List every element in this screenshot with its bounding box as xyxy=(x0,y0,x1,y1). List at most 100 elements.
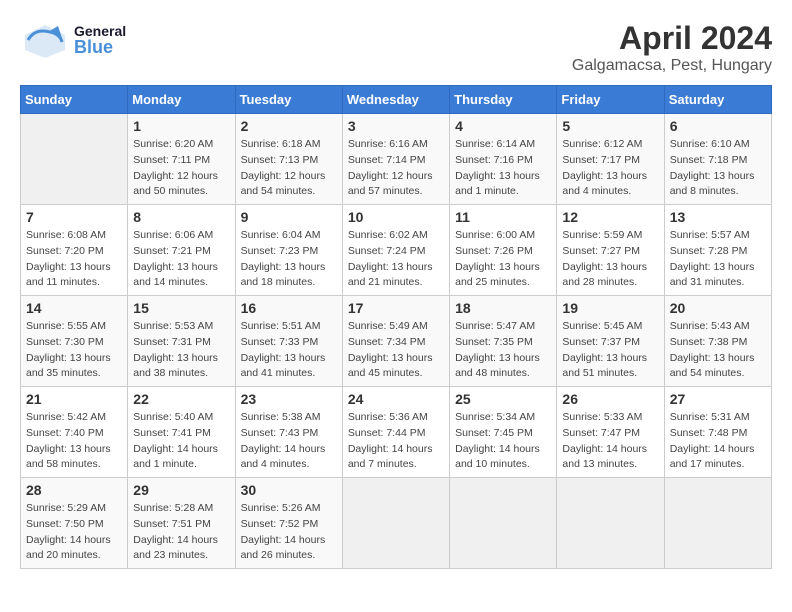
sunrise-label: Sunrise: 5:26 AM xyxy=(241,502,321,514)
daylight-label: Daylight: 14 hours and 20 minutes. xyxy=(26,534,111,562)
day-info: Sunrise: 6:16 AM Sunset: 7:14 PM Dayligh… xyxy=(348,137,444,200)
day-number: 8 xyxy=(133,209,229,225)
header-day-saturday: Saturday xyxy=(664,86,771,114)
day-info: Sunrise: 6:02 AM Sunset: 7:24 PM Dayligh… xyxy=(348,228,444,291)
sunrise-label: Sunrise: 5:36 AM xyxy=(348,411,428,423)
calendar-cell xyxy=(664,478,771,569)
daylight-label: Daylight: 13 hours and 35 minutes. xyxy=(26,352,111,380)
day-info: Sunrise: 6:10 AM Sunset: 7:18 PM Dayligh… xyxy=(670,137,766,200)
calendar-cell: 3 Sunrise: 6:16 AM Sunset: 7:14 PM Dayli… xyxy=(342,114,449,205)
sunrise-label: Sunrise: 6:02 AM xyxy=(348,229,428,241)
calendar-cell: 21 Sunrise: 5:42 AM Sunset: 7:40 PM Dayl… xyxy=(21,387,128,478)
sunrise-label: Sunrise: 6:10 AM xyxy=(670,138,750,150)
day-number: 26 xyxy=(562,391,658,407)
logo-blue-text: Blue xyxy=(74,38,126,56)
day-info: Sunrise: 6:12 AM Sunset: 7:17 PM Dayligh… xyxy=(562,137,658,200)
sunset-label: Sunset: 7:20 PM xyxy=(26,245,104,257)
page-subtitle: Galgamacsa, Pest, Hungary xyxy=(572,57,772,75)
calendar-week-2: 7 Sunrise: 6:08 AM Sunset: 7:20 PM Dayli… xyxy=(21,205,772,296)
sunset-label: Sunset: 7:41 PM xyxy=(133,427,211,439)
day-number: 4 xyxy=(455,118,551,134)
daylight-label: Daylight: 14 hours and 17 minutes. xyxy=(670,443,755,471)
sunrise-label: Sunrise: 5:29 AM xyxy=(26,502,106,514)
header-day-sunday: Sunday xyxy=(21,86,128,114)
sunset-label: Sunset: 7:31 PM xyxy=(133,336,211,348)
calendar-body: 1 Sunrise: 6:20 AM Sunset: 7:11 PM Dayli… xyxy=(21,114,772,569)
sunrise-label: Sunrise: 5:38 AM xyxy=(241,411,321,423)
daylight-label: Daylight: 13 hours and 25 minutes. xyxy=(455,261,540,289)
sunset-label: Sunset: 7:44 PM xyxy=(348,427,426,439)
header-row: SundayMondayTuesdayWednesdayThursdayFrid… xyxy=(21,86,772,114)
sunset-label: Sunset: 7:26 PM xyxy=(455,245,533,257)
sunrise-label: Sunrise: 6:18 AM xyxy=(241,138,321,150)
calendar-cell: 9 Sunrise: 6:04 AM Sunset: 7:23 PM Dayli… xyxy=(235,205,342,296)
day-info: Sunrise: 5:47 AM Sunset: 7:35 PM Dayligh… xyxy=(455,319,551,382)
calendar-cell: 30 Sunrise: 5:26 AM Sunset: 7:52 PM Dayl… xyxy=(235,478,342,569)
logo: General Blue xyxy=(20,20,126,60)
sunrise-label: Sunrise: 5:45 AM xyxy=(562,320,642,332)
sunrise-label: Sunrise: 5:34 AM xyxy=(455,411,535,423)
calendar-week-3: 14 Sunrise: 5:55 AM Sunset: 7:30 PM Dayl… xyxy=(21,296,772,387)
day-number: 20 xyxy=(670,300,766,316)
sunset-label: Sunset: 7:21 PM xyxy=(133,245,211,257)
calendar-cell: 20 Sunrise: 5:43 AM Sunset: 7:38 PM Dayl… xyxy=(664,296,771,387)
sunset-label: Sunset: 7:17 PM xyxy=(562,154,640,166)
day-number: 10 xyxy=(348,209,444,225)
sunset-label: Sunset: 7:11 PM xyxy=(133,154,210,166)
daylight-label: Daylight: 13 hours and 45 minutes. xyxy=(348,352,433,380)
day-number: 16 xyxy=(241,300,337,316)
calendar-cell: 7 Sunrise: 6:08 AM Sunset: 7:20 PM Dayli… xyxy=(21,205,128,296)
sunrise-label: Sunrise: 5:47 AM xyxy=(455,320,535,332)
day-number: 19 xyxy=(562,300,658,316)
daylight-label: Daylight: 13 hours and 4 minutes. xyxy=(562,170,647,198)
sunset-label: Sunset: 7:40 PM xyxy=(26,427,104,439)
calendar-cell: 6 Sunrise: 6:10 AM Sunset: 7:18 PM Dayli… xyxy=(664,114,771,205)
sunrise-label: Sunrise: 5:40 AM xyxy=(133,411,213,423)
daylight-label: Daylight: 13 hours and 21 minutes. xyxy=(348,261,433,289)
day-number: 9 xyxy=(241,209,337,225)
day-number: 3 xyxy=(348,118,444,134)
calendar-cell xyxy=(557,478,664,569)
sunset-label: Sunset: 7:38 PM xyxy=(670,336,748,348)
logo-icon xyxy=(20,20,70,60)
daylight-label: Daylight: 14 hours and 23 minutes. xyxy=(133,534,218,562)
day-info: Sunrise: 5:42 AM Sunset: 7:40 PM Dayligh… xyxy=(26,410,122,473)
daylight-label: Daylight: 14 hours and 13 minutes. xyxy=(562,443,647,471)
day-info: Sunrise: 5:31 AM Sunset: 7:48 PM Dayligh… xyxy=(670,410,766,473)
logo-general-text: General xyxy=(74,24,126,38)
daylight-label: Daylight: 14 hours and 4 minutes. xyxy=(241,443,326,471)
sunset-label: Sunset: 7:52 PM xyxy=(241,518,319,530)
sunrise-label: Sunrise: 6:04 AM xyxy=(241,229,321,241)
day-info: Sunrise: 5:53 AM Sunset: 7:31 PM Dayligh… xyxy=(133,319,229,382)
sunrise-label: Sunrise: 5:28 AM xyxy=(133,502,213,514)
page-header: General Blue April 2024 Galgamacsa, Pest… xyxy=(20,20,772,75)
header-day-monday: Monday xyxy=(128,86,235,114)
day-number: 6 xyxy=(670,118,766,134)
day-number: 12 xyxy=(562,209,658,225)
sunset-label: Sunset: 7:30 PM xyxy=(26,336,104,348)
daylight-label: Daylight: 12 hours and 50 minutes. xyxy=(133,170,218,198)
sunset-label: Sunset: 7:35 PM xyxy=(455,336,533,348)
calendar-cell: 19 Sunrise: 5:45 AM Sunset: 7:37 PM Dayl… xyxy=(557,296,664,387)
calendar-cell: 4 Sunrise: 6:14 AM Sunset: 7:16 PM Dayli… xyxy=(450,114,557,205)
calendar-cell: 23 Sunrise: 5:38 AM Sunset: 7:43 PM Dayl… xyxy=(235,387,342,478)
daylight-label: Daylight: 13 hours and 14 minutes. xyxy=(133,261,218,289)
sunset-label: Sunset: 7:37 PM xyxy=(562,336,640,348)
calendar-cell: 11 Sunrise: 6:00 AM Sunset: 7:26 PM Dayl… xyxy=(450,205,557,296)
day-info: Sunrise: 5:28 AM Sunset: 7:51 PM Dayligh… xyxy=(133,501,229,564)
calendar-cell: 8 Sunrise: 6:06 AM Sunset: 7:21 PM Dayli… xyxy=(128,205,235,296)
daylight-label: Daylight: 13 hours and 51 minutes. xyxy=(562,352,647,380)
daylight-label: Daylight: 14 hours and 26 minutes. xyxy=(241,534,326,562)
day-number: 2 xyxy=(241,118,337,134)
day-info: Sunrise: 5:36 AM Sunset: 7:44 PM Dayligh… xyxy=(348,410,444,473)
sunset-label: Sunset: 7:24 PM xyxy=(348,245,426,257)
calendar-week-4: 21 Sunrise: 5:42 AM Sunset: 7:40 PM Dayl… xyxy=(21,387,772,478)
daylight-label: Daylight: 13 hours and 1 minute. xyxy=(455,170,540,198)
day-info: Sunrise: 6:14 AM Sunset: 7:16 PM Dayligh… xyxy=(455,137,551,200)
day-info: Sunrise: 5:43 AM Sunset: 7:38 PM Dayligh… xyxy=(670,319,766,382)
calendar-cell: 18 Sunrise: 5:47 AM Sunset: 7:35 PM Dayl… xyxy=(450,296,557,387)
header-day-thursday: Thursday xyxy=(450,86,557,114)
daylight-label: Daylight: 12 hours and 57 minutes. xyxy=(348,170,433,198)
sunset-label: Sunset: 7:33 PM xyxy=(241,336,319,348)
page-title: April 2024 xyxy=(572,20,772,57)
